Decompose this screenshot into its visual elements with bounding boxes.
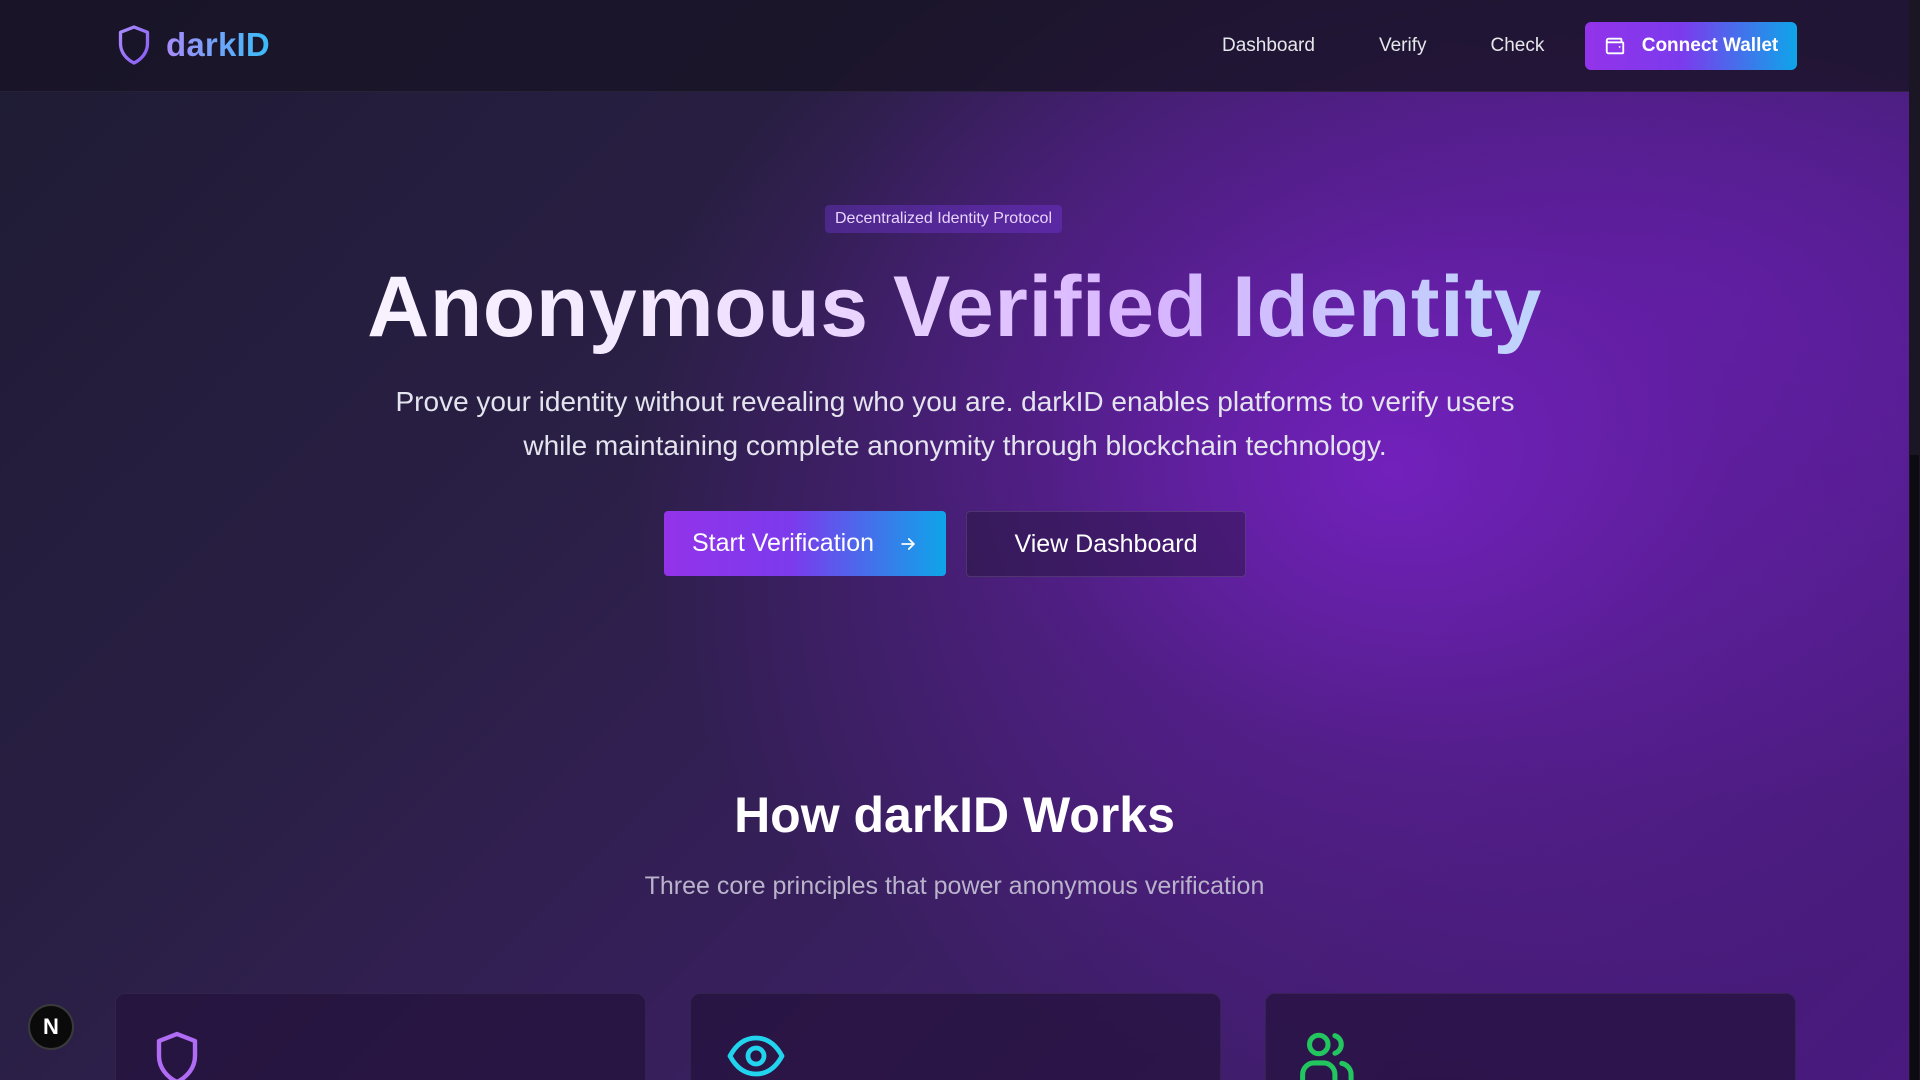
arrow-right-icon	[901, 537, 915, 550]
feature-card-visibility	[690, 993, 1221, 1080]
brand-name: darkID	[166, 26, 270, 63]
nav-links: Dashboard Verify Check	[1190, 0, 1576, 92]
view-dashboard-button[interactable]: View Dashboard	[966, 511, 1246, 577]
wallet-icon	[1605, 37, 1624, 55]
scrollbar-thumb[interactable]	[1910, 455, 1919, 1080]
protocol-badge: Decentralized Identity Protocol	[825, 205, 1062, 233]
nav-link-verify[interactable]: Verify	[1347, 35, 1459, 57]
connect-wallet-label: Connect Wallet	[1641, 35, 1779, 56]
shield-icon	[156, 1031, 198, 1080]
feature-card-community	[1265, 993, 1796, 1080]
eye-icon	[727, 1035, 785, 1077]
section-subtitle: Three core principles that power anonymo…	[644, 872, 1265, 900]
nextjs-devtools-button[interactable]: N	[28, 1004, 74, 1050]
shield-icon	[118, 25, 150, 65]
nav-link-check[interactable]: Check	[1458, 35, 1576, 57]
start-verification-button[interactable]: Start Verification	[664, 511, 946, 576]
feature-card-privacy	[115, 993, 646, 1080]
page-background: darkID Dashboard Verify Check Connect Wa…	[0, 0, 1909, 1080]
hero-subtitle: Prove your identity without revealing wh…	[395, 386, 1515, 461]
view-dashboard-label: View Dashboard	[1014, 529, 1198, 558]
brand-logo[interactable]: darkID	[116, 24, 270, 66]
connect-wallet-button[interactable]: Connect Wallet	[1585, 22, 1797, 70]
section-title: How darkID Works	[734, 787, 1175, 843]
start-verification-label: Start Verification	[691, 529, 875, 557]
hero-title: Anonymous Verified Identity	[0, 252, 1909, 362]
top-navbar: darkID Dashboard Verify Check Connect Wa…	[0, 0, 1909, 92]
users-icon	[1300, 1032, 1354, 1080]
nav-link-dashboard[interactable]: Dashboard	[1190, 35, 1347, 57]
scrollbar[interactable]	[1909, 0, 1920, 1080]
